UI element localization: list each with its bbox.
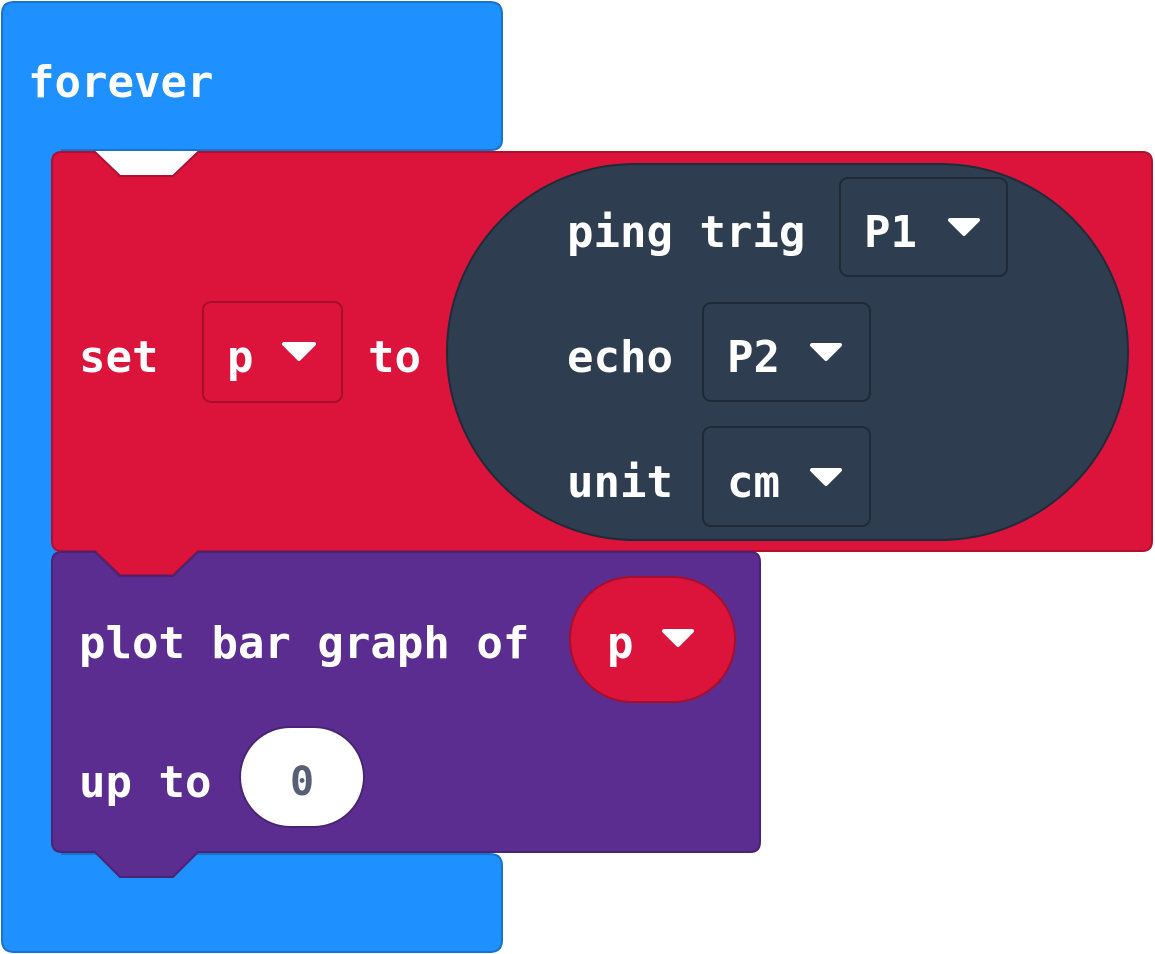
unit-keyword: unit	[567, 457, 673, 508]
trig-pin-dropdown[interactable]: P1	[839, 177, 1008, 277]
max-value-input[interactable]: 0	[239, 726, 365, 828]
echo-keyword: echo	[567, 332, 673, 383]
plot-bar-graph-keyword: plot bar graph of	[79, 618, 529, 669]
value-variable-name: p	[607, 618, 634, 669]
blocks-workspace: forever set p to ping trig P1 echo P2 un…	[1, 1, 1153, 953]
up-to-keyword: up to	[79, 757, 211, 808]
max-value-text: 0	[290, 759, 314, 805]
plot-bar-graph-block[interactable]: plot bar graph of p up to 0	[51, 551, 761, 878]
value-variable-reporter[interactable]: p	[569, 576, 736, 703]
variable-dropdown-value: p	[227, 332, 254, 383]
unit-value: cm	[727, 457, 780, 508]
set-keyword: set	[79, 332, 158, 383]
ping-sonar-block[interactable]: ping trig P1 echo P2 unit cm	[446, 163, 1129, 541]
to-keyword: to	[368, 332, 421, 383]
echo-pin-value: P2	[727, 332, 780, 383]
unit-dropdown[interactable]: cm	[702, 426, 871, 527]
echo-pin-dropdown[interactable]: P2	[702, 302, 871, 402]
forever-label: forever	[28, 57, 213, 108]
trig-pin-value: P1	[864, 207, 917, 258]
variable-dropdown[interactable]: p	[202, 301, 343, 403]
ping-trig-keyword: ping trig	[567, 207, 805, 258]
